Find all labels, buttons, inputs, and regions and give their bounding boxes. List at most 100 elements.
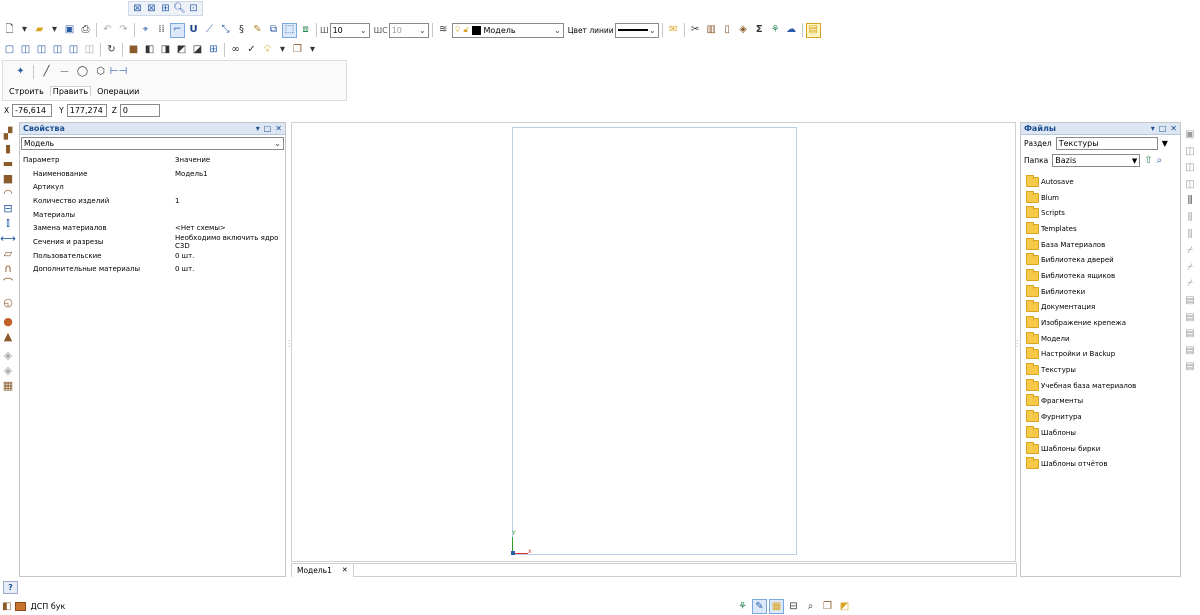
close-icon[interactable]: ✕ xyxy=(275,124,282,133)
select-icon[interactable]: ⬚ xyxy=(282,22,297,38)
ortho-icon[interactable]: ⌐ xyxy=(170,22,185,38)
countertop-icon[interactable]: ⏥ xyxy=(1,246,15,260)
solid-icon[interactable]: ■ xyxy=(126,43,141,58)
layer-select[interactable]: 💡︎ 🔓︎ Модель xyxy=(451,22,564,38)
folder-item[interactable]: Документация xyxy=(1026,300,1180,316)
line-tool-icon[interactable]: ╱ xyxy=(39,65,54,80)
folder-item[interactable]: Библиотека ящиков xyxy=(1026,268,1180,284)
drawer-icon[interactable]: ▦ xyxy=(1,378,15,392)
folder-item[interactable]: Настройки и Backup xyxy=(1026,347,1180,363)
hidden-icon[interactable]: ◪ xyxy=(190,43,205,58)
shade-icon[interactable]: ◨ xyxy=(158,43,173,58)
spiral-icon[interactable]: § xyxy=(234,23,249,38)
y-input[interactable]: 177,274 xyxy=(66,104,107,117)
viewport[interactable]: Y x xyxy=(291,122,1016,562)
zoom-mode-icon[interactable]: ⌕ xyxy=(803,599,818,614)
tool-icon[interactable]: ▤ xyxy=(1183,310,1197,324)
property-row[interactable]: Дополнительные материалы 0 шт. xyxy=(20,263,285,277)
fastener-icon[interactable]: ⫼ xyxy=(1183,194,1197,208)
grid-mode-icon[interactable]: ▦ xyxy=(769,599,784,614)
property-row[interactable]: Материалы xyxy=(20,208,285,222)
layer-manager-icon[interactable]: ≋ xyxy=(436,23,451,38)
property-row[interactable]: Артикул xyxy=(20,180,285,194)
folder-item[interactable]: Шаблоны отчётов xyxy=(1026,456,1180,472)
check-icon[interactable]: ✓ xyxy=(244,43,259,58)
bent-panel-icon[interactable]: ◠ xyxy=(1,186,15,200)
panel-icon[interactable]: ▞ xyxy=(1,126,15,140)
hardware-icon[interactable]: ⚘ xyxy=(768,23,783,38)
line-color-select[interactable] xyxy=(614,22,659,38)
tool-icon[interactable]: ▤ xyxy=(1183,294,1197,308)
property-value[interactable]: Модель1 xyxy=(175,170,285,178)
folder-item[interactable]: Autosave xyxy=(1026,174,1180,190)
property-value[interactable]: Необходимо включить ядро C3D xyxy=(175,234,285,250)
wizard-icon[interactable]: ✦ xyxy=(13,65,28,80)
print-icon[interactable]: ⎙ xyxy=(78,23,93,38)
tool-icon[interactable]: ▤ xyxy=(1183,343,1197,357)
polyline-tool-icon[interactable]: ⏤ xyxy=(57,65,72,80)
wire-icon[interactable]: ◧ xyxy=(142,43,157,58)
property-value[interactable]: <Нет схемы> xyxy=(175,224,285,232)
rotate-body-icon[interactable]: ◵ xyxy=(1,295,15,309)
folder-item[interactable]: Фрагменты xyxy=(1026,394,1180,410)
box-3d-icon[interactable]: ◈ xyxy=(736,23,751,38)
report-icon[interactable]: ▤ xyxy=(805,22,821,38)
lock-icon[interactable]: 🔓︎ xyxy=(463,25,468,35)
minimize-icon[interactable]: □ xyxy=(264,124,272,133)
view-iso-icon[interactable]: ◫ xyxy=(18,43,33,58)
chevron-down-icon[interactable]: ▾ xyxy=(306,43,319,58)
folder-item[interactable]: Scripts xyxy=(1026,205,1180,221)
layer-copy-icon[interactable]: ◈ xyxy=(1,348,15,362)
cloud-icon[interactable]: ☁ xyxy=(784,23,799,38)
lineweight-select[interactable]: 10 xyxy=(329,22,370,38)
material-icon[interactable]: ◧ xyxy=(2,601,11,612)
circle-tool-icon[interactable]: ◯ xyxy=(75,65,90,80)
view-iso3-icon[interactable]: ◫ xyxy=(50,43,65,58)
snap-icon[interactable]: ⌖ xyxy=(138,23,153,38)
chevron-down-icon[interactable]: ▾ xyxy=(276,43,289,58)
vertical-profile-icon[interactable]: ⫾ xyxy=(1,216,15,230)
tool-icon[interactable]: ▣ xyxy=(1183,128,1197,142)
notes-icon[interactable]: ✉ xyxy=(666,23,681,38)
folder-item[interactable]: Шаблоны xyxy=(1026,425,1180,441)
edges-icon[interactable]: ◩ xyxy=(174,43,189,58)
folder-item[interactable]: Учебная база материалов xyxy=(1026,378,1180,394)
property-value[interactable]: 0 шт. xyxy=(175,252,285,260)
layers-mode-icon[interactable]: ⊟ xyxy=(786,599,801,614)
property-row[interactable]: Наименование Модель1 xyxy=(20,167,285,181)
folder-item[interactable]: Templates xyxy=(1026,221,1180,237)
view-iso5-icon[interactable]: ◫ xyxy=(82,43,97,58)
view-iso2-icon[interactable]: ◫ xyxy=(34,43,49,58)
view-front-icon[interactable]: ▢ xyxy=(2,43,17,58)
help-button[interactable]: ? xyxy=(3,581,18,594)
edge-mode-icon[interactable]: ◩ xyxy=(837,599,852,614)
ws-select[interactable]: 10 xyxy=(388,22,429,38)
tool-icon[interactable]: ▤ xyxy=(1183,327,1197,341)
bulb-icon[interactable]: 💡︎ xyxy=(455,25,461,35)
z-input[interactable]: 0 xyxy=(119,104,160,117)
sum-icon[interactable]: Σ xyxy=(752,23,767,38)
tool-icon[interactable]: ⌿ xyxy=(1183,277,1197,291)
zoom-extents-icon[interactable]: ⊞ xyxy=(159,1,172,16)
folder-item[interactable]: Blum xyxy=(1026,190,1180,206)
pencil-icon[interactable]: ✎ xyxy=(250,23,265,38)
chevron-down-icon[interactable]: ▼ xyxy=(1162,139,1168,148)
property-row[interactable]: Количество изделий 1 xyxy=(20,194,285,208)
tab-model1[interactable]: Модель1 ✕ xyxy=(292,563,354,577)
tab-build[interactable]: Строить xyxy=(9,87,44,96)
cut-icon[interactable]: ✂ xyxy=(688,23,703,38)
tab-operations[interactable]: Операции xyxy=(97,87,139,96)
chevron-down-icon[interactable]: ▾ xyxy=(48,23,61,38)
line-snap-icon[interactable]: ⟋ xyxy=(202,23,217,38)
folder-select[interactable]: Bazis ▼ xyxy=(1052,154,1141,167)
horizontal-profile-icon[interactable]: ⟷ xyxy=(0,231,16,245)
cabinet-icon[interactable]: ▥ xyxy=(704,23,719,38)
horizontal-panel-icon[interactable]: ▬ xyxy=(1,156,15,170)
undo-icon[interactable]: ↶ xyxy=(100,23,115,38)
redo-icon[interactable]: ↷ xyxy=(116,23,131,38)
left-splitter-grip[interactable]: · · · xyxy=(288,338,290,351)
folder-item[interactable]: Текстуры xyxy=(1026,362,1180,378)
rotate-icon[interactable]: ↻ xyxy=(104,43,119,58)
dimension-tool-icon[interactable]: ⊢⊣ xyxy=(110,65,127,80)
tool-icon[interactable]: ▤ xyxy=(1183,360,1197,374)
